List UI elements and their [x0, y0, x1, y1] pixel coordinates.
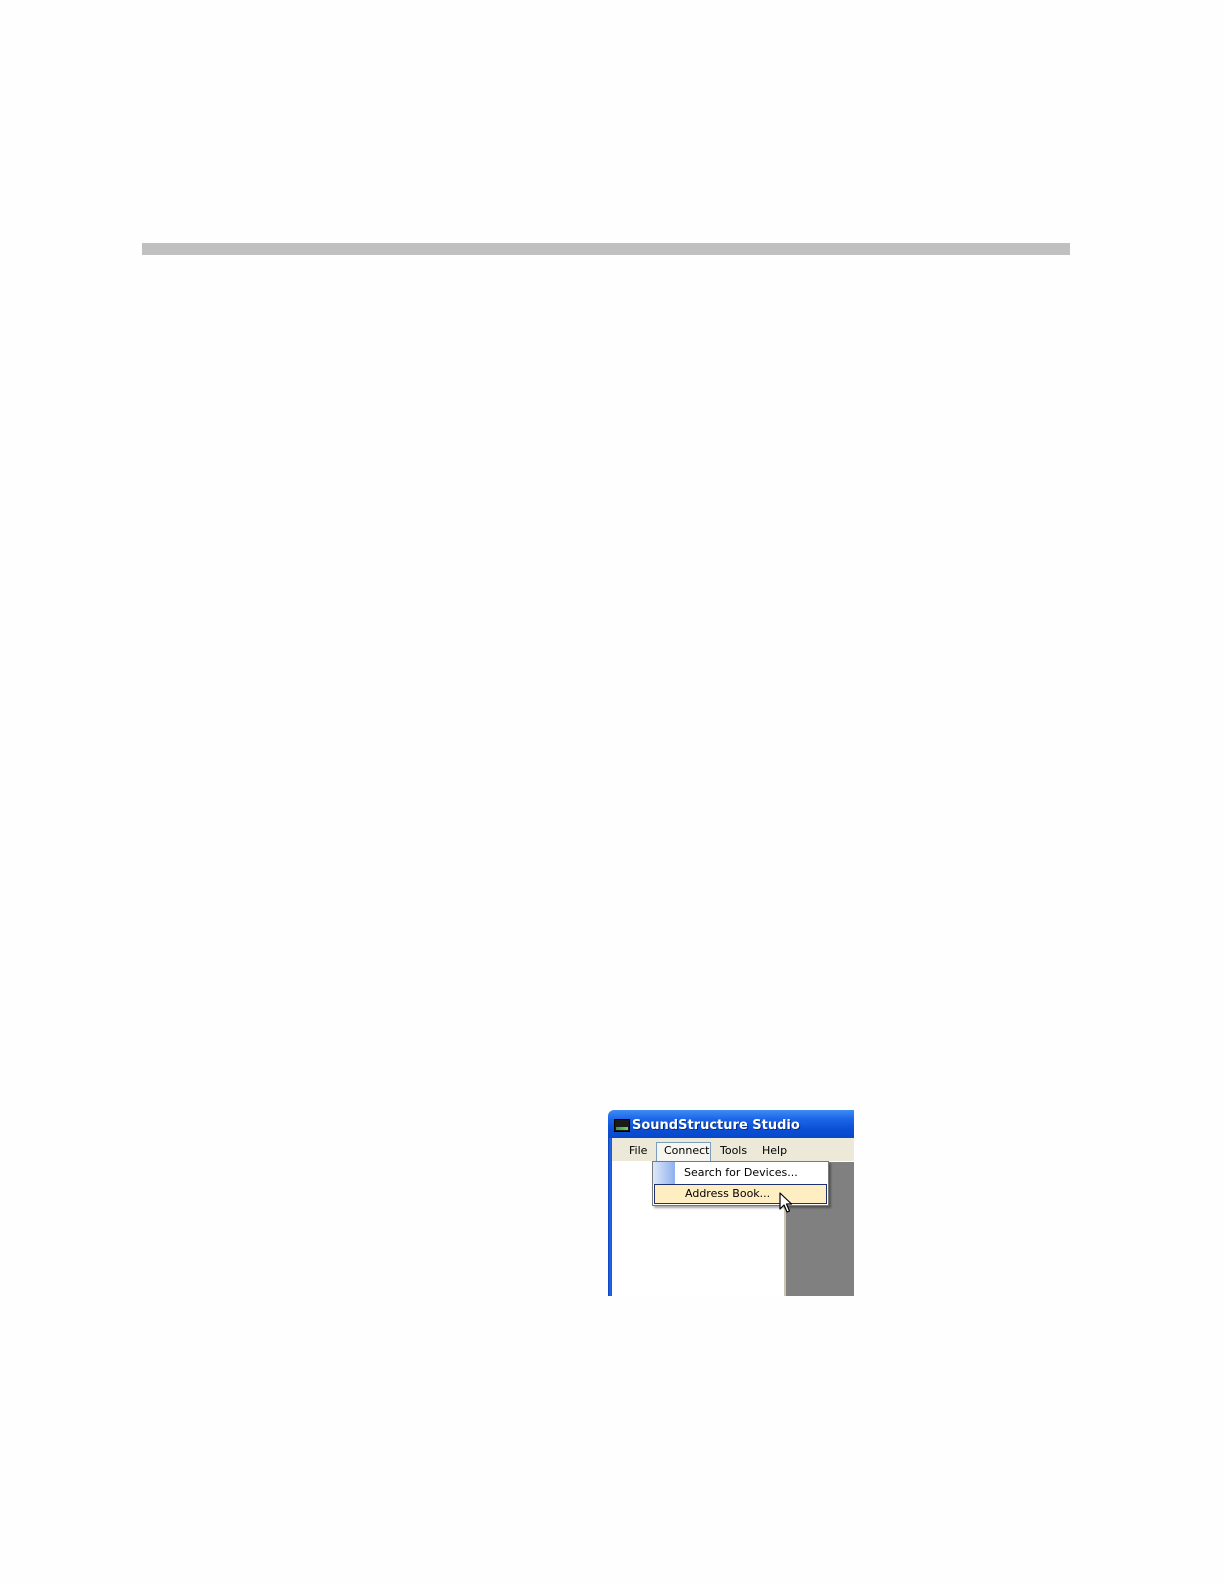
app-window-screenshot: SoundStructure Studio File Connect Tools… [608, 1110, 854, 1296]
menu-help[interactable]: Help [755, 1142, 794, 1160]
menu-item-address-book[interactable]: Address Book... [654, 1184, 827, 1204]
connect-dropdown-menu: Search for Devices... Address Book... [652, 1161, 829, 1206]
mouse-pointer-icon [779, 1192, 793, 1213]
menu-connect[interactable]: Connect [656, 1142, 711, 1162]
menu-item-search-for-devices[interactable]: Search for Devices... [654, 1163, 827, 1183]
menu-file[interactable]: File [622, 1142, 654, 1160]
window-title: SoundStructure Studio [632, 1118, 800, 1133]
title-bar: SoundStructure Studio [608, 1110, 854, 1138]
page-header-rule [142, 243, 1070, 255]
menu-tools[interactable]: Tools [713, 1142, 754, 1160]
menu-bar: File Connect Tools Help [612, 1138, 854, 1162]
app-icon [614, 1119, 630, 1132]
